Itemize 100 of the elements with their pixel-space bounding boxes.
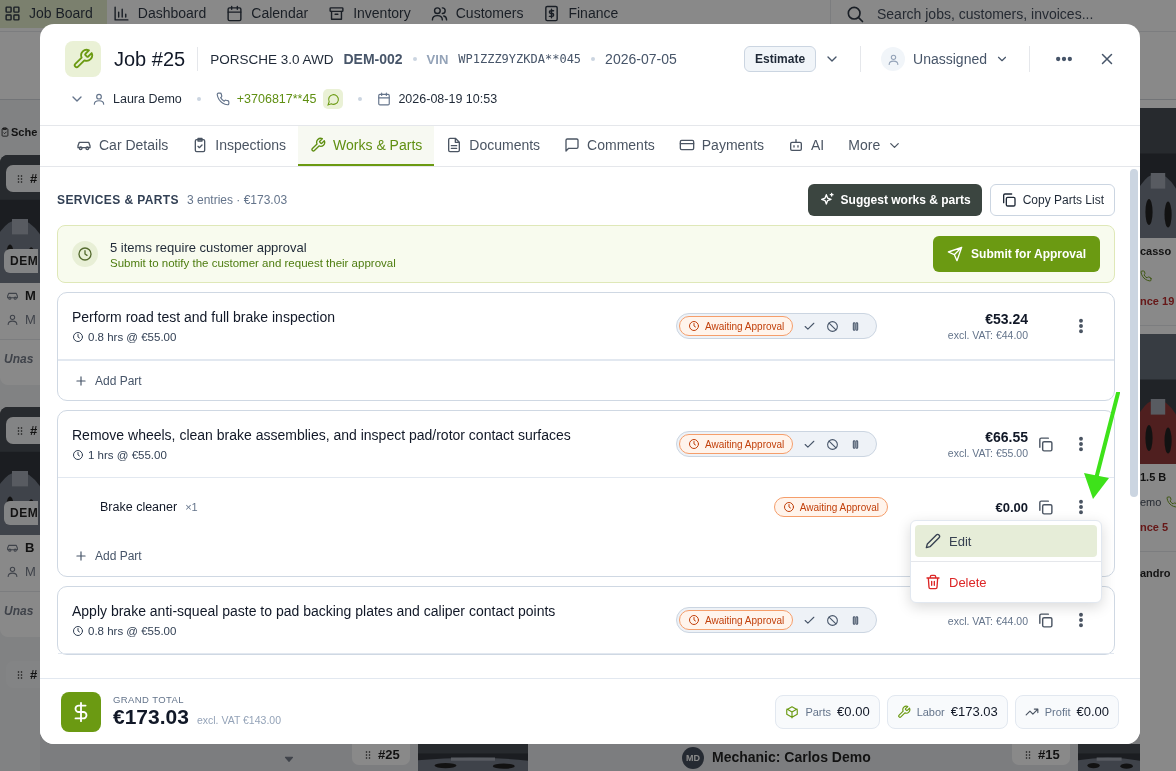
plate-badge: DEM	[4, 501, 39, 525]
search-icon	[845, 4, 865, 24]
car-name: M	[25, 287, 36, 303]
status-badge: Awaiting Approval	[679, 316, 794, 336]
suggest-button[interactable]: Suggest works & parts	[807, 184, 982, 216]
box-icon	[785, 704, 800, 719]
sparkles-icon	[818, 192, 835, 208]
car-model: PORSCHE 3.0 AWD	[210, 51, 334, 67]
part-quantity: ×1	[185, 501, 198, 513]
part-name: Brake cleaner	[100, 500, 178, 514]
nav-icon	[4, 4, 21, 22]
tab[interactable]: Works & Parts	[298, 126, 435, 166]
document-icon	[446, 137, 463, 153]
dollar-icon	[61, 691, 101, 732]
copy-icon[interactable]	[1036, 611, 1054, 629]
send-icon	[947, 246, 964, 262]
chip-label: Parts	[805, 705, 832, 718]
tab[interactable]: Payments	[666, 126, 777, 166]
tab[interactable]: Comments	[552, 126, 667, 166]
labor-time: 0.8 hrs @ €55.00	[88, 331, 177, 343]
section-heading: Sche	[11, 126, 38, 138]
calendar-icon	[377, 92, 392, 106]
phone-number[interactable]: +3706817**45	[236, 92, 317, 106]
add-part-link[interactable]: Add Part	[74, 373, 142, 388]
nav-item[interactable]: Dashboard	[106, 0, 221, 28]
job-number: #15	[1038, 747, 1060, 762]
nav-item[interactable]: Customers	[424, 0, 538, 28]
nav-icon	[328, 4, 346, 22]
mechanic-name: Mechanic: Carlos Demo	[712, 749, 871, 765]
status-badge: Awaiting Approval	[679, 610, 794, 630]
nav-item[interactable]: Inventory	[322, 0, 425, 28]
card-text: andro	[1140, 565, 1172, 581]
job-card[interactable]: casso nce 19	[1140, 108, 1176, 326]
part-price: €0.00	[994, 499, 1028, 515]
tab[interactable]: AI	[776, 126, 837, 166]
section-summary: 3 entries · €173.03	[187, 193, 288, 207]
job-date: 2026-07-05	[605, 51, 677, 67]
nav-item[interactable]: Job Board	[0, 0, 107, 28]
car-name: B	[25, 539, 35, 555]
wrench-icon	[65, 41, 101, 77]
robot-icon	[788, 137, 805, 153]
grand-total: €173.03	[113, 705, 189, 729]
person-icon	[6, 564, 19, 578]
price-excl-vat: excl. VAT: €55.00	[946, 447, 1028, 459]
nav-icon	[430, 4, 448, 22]
credit-card-icon	[678, 137, 695, 153]
copy-icon[interactable]	[1036, 498, 1054, 516]
nav-item[interactable]: Calendar	[220, 0, 323, 28]
job-title: Job #25	[114, 47, 186, 71]
service-name: Remove wheels, clean brake assemblies, and inspect pad/rotor contact surfaces	[72, 427, 572, 443]
search-field[interactable]: Search jobs, customers, invoices...	[875, 5, 1175, 23]
comment-icon	[564, 137, 581, 153]
status-badge: Awaiting Approval	[773, 497, 888, 517]
scrollbar-thumb[interactable]	[1130, 169, 1138, 497]
clock-icon	[688, 614, 700, 626]
block-icon[interactable]	[826, 319, 840, 333]
price-excl-vat: excl. VAT: €44.00	[946, 329, 1028, 341]
clock-icon	[688, 438, 700, 450]
block-icon[interactable]	[826, 613, 840, 627]
approval-title: 5 items require customer approval	[110, 239, 308, 255]
section-title: SERVICES & PARTS	[57, 193, 179, 207]
tab[interactable]: Car Details	[64, 126, 181, 166]
job-card[interactable]: # DEM B M Unas	[0, 407, 40, 637]
chip-label: Profit	[1044, 705, 1071, 718]
plate-number: DEM-002	[343, 51, 403, 67]
car-name: casso	[1140, 243, 1173, 259]
copy-parts-button[interactable]: Copy Parts List	[989, 184, 1115, 216]
job-card[interactable]: # DEM M M Unas	[0, 155, 40, 385]
assignee-dropdown[interactable]: Unassigned	[881, 47, 1009, 71]
car-name: 1.5 B	[1140, 469, 1168, 485]
menu-item[interactable]: Edit	[915, 525, 1097, 557]
job-number: #	[30, 667, 38, 682]
phone-icon	[215, 92, 230, 106]
appointment-date: 2026-08-19 10:53	[398, 92, 498, 106]
block-icon[interactable]	[826, 437, 840, 451]
tab[interactable]: More	[836, 126, 915, 166]
nav-icon	[226, 4, 244, 22]
plus-icon	[74, 549, 88, 563]
nav-icon	[112, 4, 130, 22]
copy-icon	[1000, 192, 1017, 208]
nav-icon	[543, 4, 561, 22]
clock-icon	[688, 320, 700, 332]
clock-icon	[782, 501, 795, 513]
service-price: €53.24	[984, 311, 1028, 327]
due-text: nce 5	[1140, 519, 1170, 535]
avatar: MD	[682, 747, 704, 769]
clipboard-icon	[0, 127, 10, 137]
tab[interactable]: Documents	[434, 126, 553, 166]
job-card[interactable]: 1.5 B emo nce 5	[1140, 334, 1176, 552]
plus-icon	[74, 373, 88, 388]
labor-time: 0.8 hrs @ €55.00	[88, 625, 177, 637]
tab[interactable]: Inspections	[180, 126, 299, 166]
copy-icon[interactable]	[1036, 435, 1054, 453]
chip-label: Labor	[916, 705, 945, 718]
chat-button[interactable]	[323, 89, 344, 109]
add-part-link[interactable]: Add Part	[74, 549, 142, 563]
pencil-icon	[925, 533, 941, 549]
due-text: nce 19	[1140, 293, 1176, 309]
estimate-button[interactable]: Estimate	[744, 46, 817, 72]
nav-item[interactable]: Finance	[537, 0, 633, 28]
